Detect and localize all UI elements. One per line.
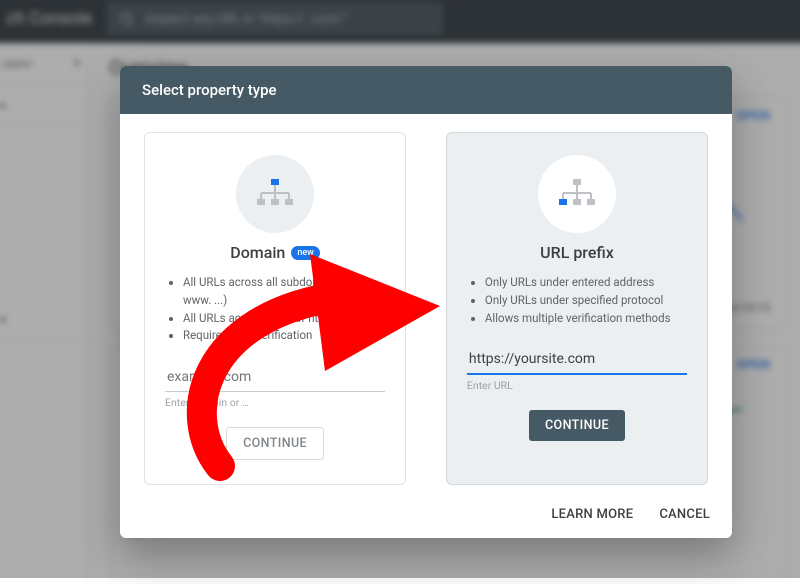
- input-helper: Enter domain or …: [165, 396, 249, 409]
- bullet: Allows multiple verification methods: [485, 310, 687, 328]
- bullet: Requires DNS verification: [183, 327, 385, 345]
- select-property-type-dialog: Select property type Domain new: [120, 66, 732, 538]
- option-heading: URL prefix: [540, 243, 614, 262]
- option-separator: or: [420, 301, 432, 316]
- url-prefix-input[interactable]: [467, 345, 687, 375]
- sitemap-icon: [236, 155, 314, 233]
- bullet: All URLs across https or http: [183, 310, 385, 328]
- input-helper: Enter URL: [467, 379, 513, 392]
- option-domain[interactable]: Domain new All URLs across all subdomain…: [144, 132, 406, 485]
- bullet: Only URLs under entered address: [485, 274, 687, 292]
- bullet: Only URLs under specified protocol: [485, 292, 687, 310]
- cancel-button[interactable]: CANCEL: [659, 507, 710, 522]
- option-bullets: All URLs across all subdomains (m., www.…: [165, 274, 385, 345]
- option-bullets: Only URLs under entered address Only URL…: [467, 274, 687, 327]
- continue-button-url-prefix[interactable]: CONTINUE: [529, 410, 625, 441]
- dialog-title: Select property type: [120, 66, 732, 114]
- dialog-footer: LEARN MORE CANCEL: [120, 495, 732, 538]
- option-heading: Domain new: [230, 243, 320, 262]
- domain-input[interactable]: [165, 363, 385, 392]
- option-url-prefix[interactable]: URL prefix Only URLs under entered addre…: [446, 132, 708, 485]
- option-heading-text: Domain: [230, 243, 285, 262]
- option-heading-text: URL prefix: [540, 243, 614, 262]
- continue-button-domain[interactable]: CONTINUE: [226, 427, 324, 460]
- learn-more-link[interactable]: LEARN MORE: [551, 507, 633, 522]
- new-badge: new: [291, 246, 320, 260]
- sitemap-icon: [538, 155, 616, 233]
- bullet: All URLs across all subdomains (m., www.…: [183, 274, 385, 310]
